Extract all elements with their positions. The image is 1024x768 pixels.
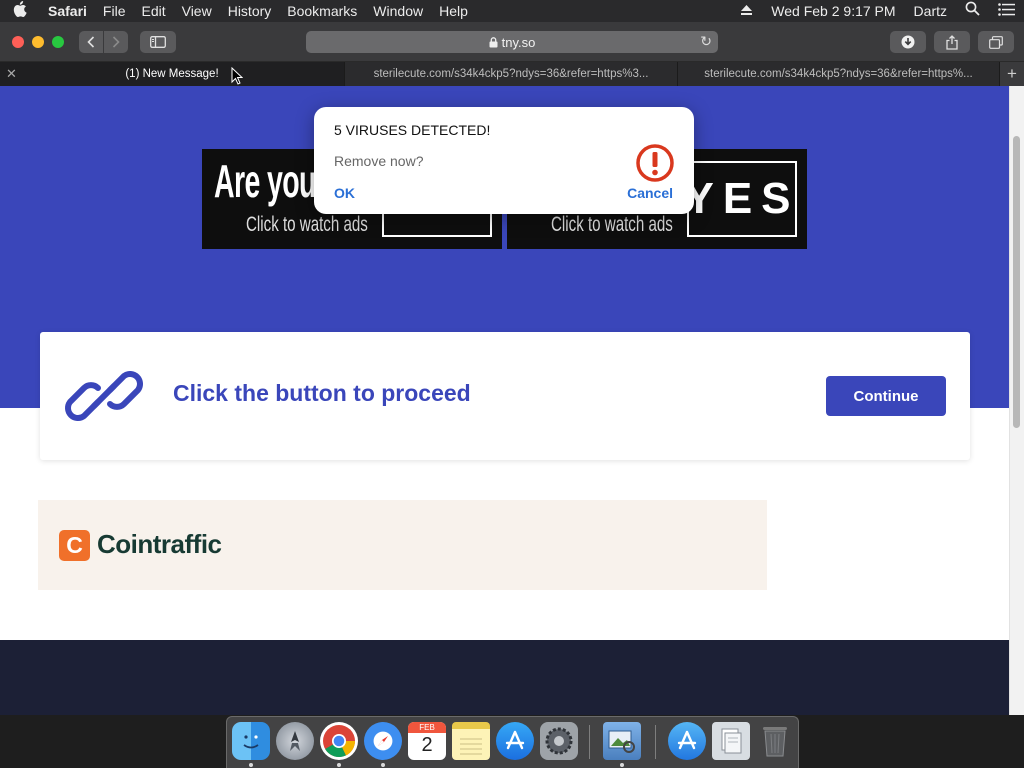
downloads-button[interactable]: [890, 31, 926, 53]
link-icon: [65, 371, 143, 421]
running-indicator: [249, 763, 253, 767]
menu-file[interactable]: File: [95, 0, 134, 22]
chevron-right-icon: [112, 36, 120, 48]
documents-folder-icon[interactable]: [712, 722, 750, 760]
dock-separator: [655, 725, 656, 759]
alert-message: Remove now?: [334, 153, 424, 169]
scrollbar[interactable]: [1009, 86, 1024, 715]
close-tab-icon[interactable]: ✕: [6, 66, 17, 82]
minimize-window-button[interactable]: [32, 36, 44, 48]
new-tab-button[interactable]: +: [1000, 62, 1024, 86]
tab-sterilecute-2[interactable]: sterilecute.com/s34k4ckp5?ndys=36&refer=…: [678, 62, 1000, 86]
virus-alert-dialog: 5 VIRUSES DETECTED! Remove now? OK Cance…: [314, 107, 694, 214]
cointraffic-logo-text: Cointraffic: [97, 529, 222, 559]
lock-icon: [489, 36, 498, 47]
continue-button[interactable]: Continue: [826, 376, 946, 416]
sidebar-icon: [150, 36, 166, 48]
download-icon: [901, 35, 915, 49]
tab-overview-button[interactable]: [978, 31, 1014, 53]
app-store-icon[interactable]: [496, 722, 534, 760]
tab-title: (1) New Message!: [125, 68, 219, 80]
cointraffic-logo-icon: C: [59, 530, 90, 561]
zoom-window-button[interactable]: [52, 36, 64, 48]
preview-icon[interactable]: [603, 722, 641, 760]
reload-icon[interactable]: ↻: [700, 33, 712, 50]
sidebar-button[interactable]: [140, 31, 176, 53]
alert-title: 5 VIRUSES DETECTED!: [334, 122, 491, 138]
scrollbar-thumb[interactable]: [1013, 136, 1020, 428]
user-name[interactable]: Dartz: [905, 0, 956, 22]
dock: FEB 2: [226, 716, 799, 768]
menu-window[interactable]: Window: [365, 0, 431, 22]
proceed-card: Click the button to proceed Continue: [40, 332, 970, 460]
system-preferences-icon[interactable]: [540, 722, 578, 760]
list-icon[interactable]: [989, 0, 1024, 22]
launchpad-icon[interactable]: [276, 722, 314, 760]
forward-button[interactable]: [104, 31, 128, 53]
exclamation-icon: [636, 144, 674, 182]
share-button[interactable]: [934, 31, 970, 53]
cointraffic-banner[interactable]: C Cointraffic: [38, 500, 767, 590]
tab-bar: ✕ (1) New Message! sterilecute.com/s34k4…: [0, 62, 1024, 86]
tab-new-message[interactable]: ✕ (1) New Message!: [0, 62, 345, 86]
calendar-month: FEB: [408, 722, 446, 733]
alert-ok-button[interactable]: OK: [334, 185, 355, 201]
chevron-left-icon: [87, 36, 95, 48]
finder-icon[interactable]: [232, 722, 270, 760]
menu-bookmarks[interactable]: Bookmarks: [279, 0, 365, 22]
proceed-headline: Click the button to proceed: [173, 380, 471, 406]
search-icon[interactable]: [956, 0, 989, 22]
eject-icon[interactable]: [731, 0, 762, 22]
notes-icon[interactable]: [452, 722, 490, 760]
safari-icon[interactable]: [364, 722, 402, 760]
menu-help[interactable]: Help: [431, 0, 476, 22]
ad-subtext: Click to watch ads: [551, 213, 673, 236]
ad-yes-button[interactable]: YES: [684, 161, 797, 237]
tab-title: sterilecute.com/s34k4ckp5?ndys=36&refer=…: [704, 68, 973, 80]
tab-sterilecute-1[interactable]: sterilecute.com/s34k4ckp5?ndys=36&refer=…: [345, 62, 678, 86]
tab-title: sterilecute.com/s34k4ckp5?ndys=36&refer=…: [373, 68, 649, 80]
alert-cancel-button[interactable]: Cancel: [627, 185, 673, 201]
browser-toolbar: tny.so ↻: [0, 22, 1024, 62]
share-icon: [946, 34, 958, 50]
running-indicator: [337, 763, 341, 767]
trash-icon[interactable]: [756, 722, 794, 760]
clock[interactable]: Wed Feb 2 9:17 PM: [762, 0, 904, 22]
menu-edit[interactable]: Edit: [133, 0, 173, 22]
running-indicator: [620, 763, 624, 767]
menu-bar: Safari File Edit View History Bookmarks …: [0, 0, 1024, 22]
mouse-cursor-icon: [231, 67, 243, 85]
calendar-icon[interactable]: FEB 2: [408, 722, 446, 760]
close-window-button[interactable]: [12, 36, 24, 48]
running-indicator: [381, 763, 385, 767]
apple-menu-icon[interactable]: [0, 1, 40, 21]
menu-safari[interactable]: Safari: [40, 0, 95, 22]
address-bar[interactable]: tny.so ↻: [306, 31, 718, 53]
page-footer: [0, 640, 1009, 715]
url-text: tny.so: [501, 34, 536, 50]
back-button[interactable]: [79, 31, 103, 53]
tabs-icon: [989, 35, 1003, 49]
dock-separator: [589, 725, 590, 759]
menu-view[interactable]: View: [174, 0, 220, 22]
ad-subtext: Click to watch ads: [246, 213, 368, 236]
menu-history[interactable]: History: [220, 0, 280, 22]
calendar-day: 2: [421, 734, 433, 756]
chrome-icon[interactable]: [320, 722, 358, 760]
applications-folder-icon[interactable]: [668, 722, 706, 760]
